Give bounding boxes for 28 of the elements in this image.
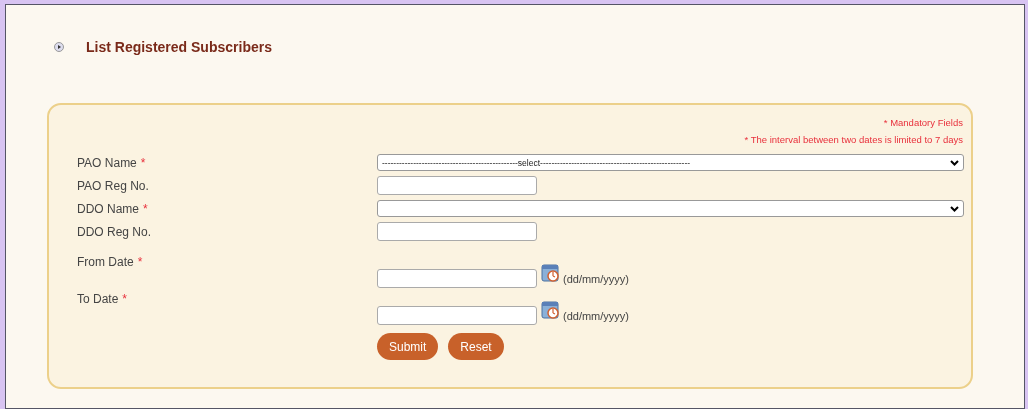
date-format-hint: (dd/mm/yyyy) (563, 273, 629, 285)
caret-icon (950, 159, 959, 166)
field-label: From Date (77, 255, 134, 269)
required-mark: * (140, 155, 146, 170)
required-mark: * (122, 292, 128, 306)
field-label: DDO Name (77, 201, 139, 216)
required-mark: * (143, 201, 148, 216)
required-mark: * (137, 255, 143, 269)
note-text: * Mandatory Fields (883, 117, 963, 128)
bullet-icon (54, 42, 64, 52)
select-field[interactable] (377, 200, 964, 217)
form-button[interactable]: Reset (448, 333, 504, 360)
calendar-icon[interactable] (541, 300, 561, 320)
input-field[interactable] (377, 222, 537, 241)
input-field[interactable] (377, 176, 537, 195)
field-label: PAO Name (77, 155, 137, 170)
calendar-icon[interactable] (541, 263, 561, 283)
date-format-hint: (dd/mm/yyyy) (563, 310, 629, 322)
note-text: * The interval between two dates is limited to 7 days (744, 134, 963, 145)
caret-icon (950, 205, 959, 212)
page-title: List Registered Subscribers (86, 39, 272, 55)
date-field[interactable] (377, 306, 537, 325)
select-field[interactable]: ------------------------------------------------select----------------------------------------------------- (377, 154, 964, 171)
field-label: PAO Reg No. (77, 178, 149, 193)
field-label: To Date (77, 292, 119, 306)
date-field[interactable] (377, 269, 537, 288)
form-button[interactable]: Submit (377, 333, 439, 360)
field-label: DDO Reg No. (77, 224, 152, 239)
